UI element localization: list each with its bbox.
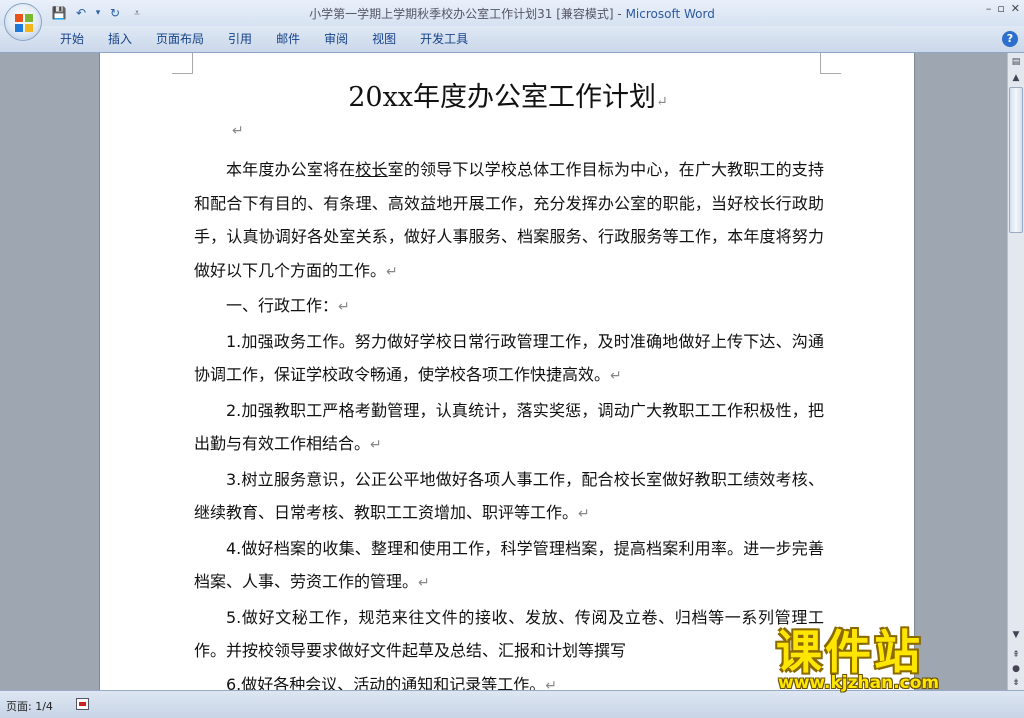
restore-icon[interactable]: ▫ — [997, 2, 1004, 15]
next-page-icon[interactable]: ⇟ — [1009, 676, 1023, 690]
list-item-text: 6.做好各种会议、活动的通知和记录等工作。 — [226, 674, 546, 691]
tab-review[interactable]: 审阅 — [312, 26, 360, 52]
empty-paragraph-mark: ↵ — [232, 123, 244, 139]
paragraph-mark: ↵ — [418, 575, 430, 591]
tab-mailings[interactable]: 邮件 — [264, 26, 312, 52]
paragraph-mark: ↵ — [338, 299, 350, 315]
window-title: 小学第一学期上学期秋季校办公室工作计划31 [兼容模式] - Microsoft… — [0, 5, 1024, 22]
paragraph-mark: ↵ — [386, 263, 398, 280]
list-item: 3.树立服务意识，公正公平地做好各项人事工作，配合校长室做好教职工绩效考核、继续… — [194, 463, 824, 532]
document-page[interactable]: 20xx年度办公室工作计划↵ ↵ 本年度办公室将在校长室的领导下以学校总体工作目… — [99, 53, 915, 690]
title-separator: - — [613, 7, 626, 21]
list-item-text: 1.加强政务工作。努力做好学校日常行政管理工作，及时准确地做好上传下达、沟通协调… — [194, 331, 824, 385]
crop-mark-top-left — [172, 53, 193, 74]
scrollbar-thumb[interactable] — [1009, 87, 1023, 233]
paragraph-mark: ↵ — [545, 677, 558, 691]
window-controls: – ▫ ✕ — [986, 2, 1020, 15]
minimize-icon[interactable]: – — [986, 2, 992, 15]
list-item-text: 2.加强教职工严格考勤管理，认真统计，落实奖惩，调动广大教职工工作积极性，把出勤… — [194, 400, 824, 454]
view-ruler-icon[interactable]: ▤ — [1009, 55, 1023, 69]
app-name: Microsoft Word — [625, 7, 715, 21]
previous-page-icon[interactable]: ⇞ — [1009, 648, 1023, 662]
office-logo-icon — [15, 14, 33, 32]
list-item: 1.加强政务工作。努力做好学校日常行政管理工作，及时准确地做好上传下达、沟通协调… — [194, 325, 824, 394]
document-workspace: 20xx年度办公室工作计划↵ ↵ 本年度办公室将在校长室的领导下以学校总体工作目… — [0, 53, 1007, 690]
section-heading-text: 一、行政工作： — [226, 296, 339, 315]
tab-references[interactable]: 引用 — [216, 26, 264, 52]
list-item-text: 4.做好档案的收集、整理和使用工作，科学管理档案，提高档案利用率。进一步完善档案… — [194, 538, 824, 592]
document-body: 本年度办公室将在校长室的领导下以学校总体工作目标为中心，在广大教职工的支持和配合… — [194, 153, 824, 690]
page-count[interactable]: 页面: 1/4 — [6, 698, 53, 714]
paragraph-mark: ↵ — [656, 94, 668, 110]
office-button[interactable] — [4, 3, 42, 41]
list-item-text: 3.树立服务意识，公正公平地做好各项人事工作，配合校长室做好教职工绩效考核、继续… — [194, 469, 824, 523]
intro-underlined-text: 校长 — [355, 160, 388, 179]
ribbon-tabs: 开始 插入 页面布局 引用 邮件 审阅 视图 开发工具 — [48, 26, 480, 52]
paragraph-mark: ↵ — [610, 368, 622, 384]
watermark-url: www.kjzhan.com — [778, 673, 940, 693]
select-browse-object-icon[interactable]: ● — [1009, 662, 1023, 676]
section-heading: 一、行政工作：↵ — [194, 289, 824, 325]
tab-home[interactable]: 开始 — [48, 26, 96, 52]
paragraph-mark: ↵ — [370, 437, 382, 453]
status-bar: 页面: 1/4 — [0, 690, 1024, 718]
list-item-text: 5.做好文秘工作，规范来往文件的接收、发放、传阅及立卷、归档等一系列管理工作。并… — [194, 607, 824, 661]
ribbon-tab-bar: 开始 插入 页面布局 引用 邮件 审阅 视图 开发工具 ? — [0, 26, 1024, 53]
tab-view[interactable]: 视图 — [360, 26, 408, 52]
tab-developer[interactable]: 开发工具 — [408, 26, 480, 52]
paragraph-mark: ↵ — [578, 506, 590, 522]
help-icon[interactable]: ? — [1002, 31, 1018, 47]
title-bar: 💾 ↶ ▾ ↻ ⩡ 小学第一学期上学期秋季校办公室工作计划31 [兼容模式] -… — [0, 0, 1024, 26]
intro-text-before: 本年度办公室将在 — [226, 160, 356, 179]
list-item: 4.做好档案的收集、整理和使用工作，科学管理档案，提高档案利用率。进一步完善档案… — [194, 532, 824, 601]
crop-mark-top-right — [820, 53, 841, 74]
list-item: 5.做好文秘工作，规范来往文件的接收、发放、传阅及立卷、归档等一系列管理工作。并… — [194, 601, 824, 668]
document-name: 小学第一学期上学期秋季校办公室工作计划31 [兼容模式] — [309, 7, 614, 21]
scroll-down-icon[interactable]: ▼ — [1009, 628, 1023, 642]
list-item: 6.做好各种会议、活动的通知和记录等工作。↵ — [194, 668, 824, 691]
close-icon[interactable]: ✕ — [1011, 2, 1020, 15]
proofing-errors-icon[interactable] — [76, 698, 89, 710]
list-item: 2.加强教职工严格考勤管理，认真统计，落实奖惩，调动广大教职工工作积极性，把出勤… — [194, 394, 824, 463]
tab-page-layout[interactable]: 页面布局 — [144, 26, 216, 52]
vertical-scrollbar[interactable]: ▤ ▲ ▼ ⇞ ● ⇟ — [1007, 53, 1024, 690]
scroll-up-icon[interactable]: ▲ — [1009, 71, 1023, 85]
intro-paragraph: 本年度办公室将在校长室的领导下以学校总体工作目标为中心，在广大教职工的支持和配合… — [194, 153, 824, 289]
document-heading: 20xx年度办公室工作计划↵ — [100, 75, 916, 114]
heading-text: 20xx年度办公室工作计划 — [348, 82, 657, 113]
tab-insert[interactable]: 插入 — [96, 26, 144, 52]
